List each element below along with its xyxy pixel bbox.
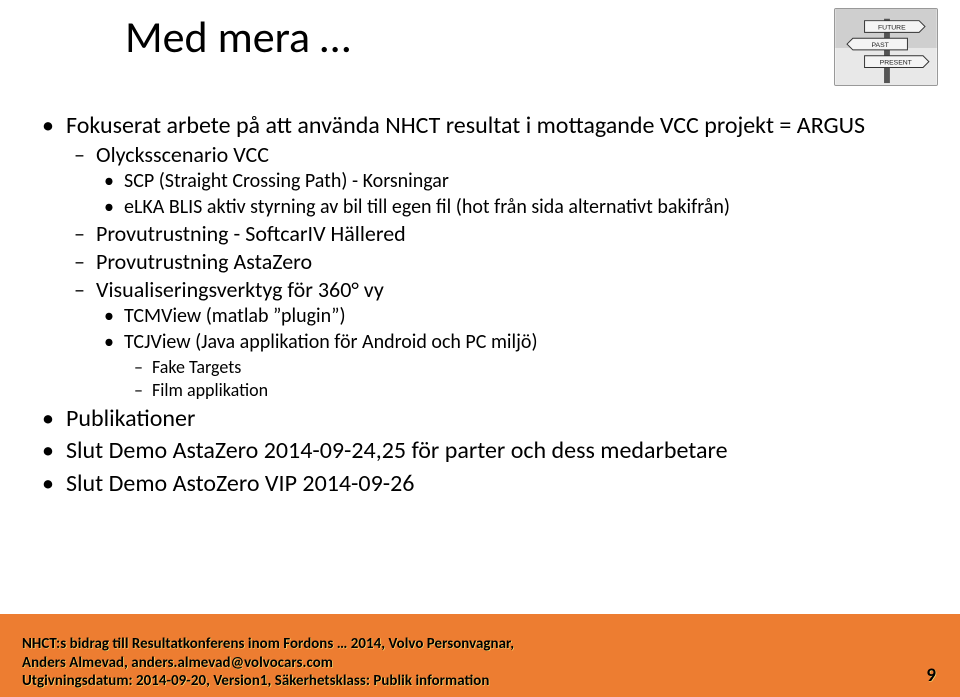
bullet-l2: Provutrustning - SoftcarIV Hällered bbox=[66, 221, 922, 247]
bullet-l1: Slut Demo AstaZero 2014-09-24,25 för par… bbox=[38, 437, 922, 465]
signpost-label-present: PRESENT bbox=[880, 60, 912, 67]
slide: Med mera … FUTURE PAST PRESENT Fokuserat… bbox=[0, 0, 960, 697]
content-area: Fokuserat arbete på att använda NHCT res… bbox=[38, 112, 922, 502]
bullet-text: Slut Demo AstaZero 2014-09-24,25 för par… bbox=[66, 436, 728, 465]
bullet-l2: Olycksscenario VCC SCP (Straight Crossin… bbox=[66, 142, 922, 219]
bullet-text: SCP (Straight Crossing Path) - Korsninga… bbox=[124, 169, 449, 193]
bullet-l3: TCJView (Java applikation för Android oc… bbox=[96, 331, 922, 401]
bullet-text: Publikationer bbox=[66, 404, 195, 433]
bullet-l1: Fokuserat arbete på att använda NHCT res… bbox=[38, 112, 922, 401]
bullet-text: TCMView (matlab ”plugin”) bbox=[124, 304, 346, 328]
bullet-text: Provutrustning AstaZero bbox=[96, 248, 312, 275]
bullet-text: Fokuserat arbete på att använda NHCT res… bbox=[66, 111, 865, 140]
bullet-l1: Publikationer bbox=[38, 405, 922, 433]
page-number: 9 bbox=[926, 664, 936, 687]
bullet-text: Slut Demo AstoZero VIP 2014-09-26 bbox=[66, 469, 414, 498]
bullet-text: Fake Targets bbox=[152, 356, 241, 378]
signpost-label-past: PAST bbox=[872, 42, 889, 49]
signpost-label-future: FUTURE bbox=[878, 24, 906, 31]
bullet-text: Visualiseringsverktyg för 360° vy bbox=[96, 276, 384, 303]
bullet-l3: TCMView (matlab ”plugin”) bbox=[96, 305, 922, 329]
bullet-l2: Provutrustning AstaZero bbox=[66, 249, 922, 275]
bullet-text: eLKA BLIS aktiv styrning av bil till ege… bbox=[124, 195, 730, 219]
bullet-l4: Fake Targets bbox=[124, 357, 922, 378]
footer-line-3: Utgivningsdatum: 2014-09-20, Version1, S… bbox=[22, 672, 938, 691]
signpost-image: FUTURE PAST PRESENT bbox=[834, 8, 938, 86]
bullet-text: Olycksscenario VCC bbox=[96, 141, 269, 168]
bullet-l3: eLKA BLIS aktiv styrning av bil till ege… bbox=[96, 196, 922, 220]
footer-line-1: NHCT:s bidrag till Resultatkonferens ino… bbox=[22, 635, 938, 654]
footer-line-2: Anders Almevad, anders.almevad@volvocars… bbox=[22, 654, 938, 673]
bullet-text: TCJView (Java applikation för Android oc… bbox=[124, 330, 538, 354]
bullet-l3: SCP (Straight Crossing Path) - Korsninga… bbox=[96, 170, 922, 194]
bullet-l1: Slut Demo AstoZero VIP 2014-09-26 bbox=[38, 470, 922, 498]
bullet-text: Film applikation bbox=[152, 379, 268, 401]
bullet-l2: Visualiseringsverktyg för 360° vy TCMVie… bbox=[66, 277, 922, 401]
bullet-l4: Film applikation bbox=[124, 380, 922, 401]
bullet-text: Provutrustning - SoftcarIV Hällered bbox=[96, 220, 406, 247]
slide-title: Med mera … bbox=[125, 10, 350, 64]
footer-text: NHCT:s bidrag till Resultatkonferens ino… bbox=[22, 635, 938, 691]
